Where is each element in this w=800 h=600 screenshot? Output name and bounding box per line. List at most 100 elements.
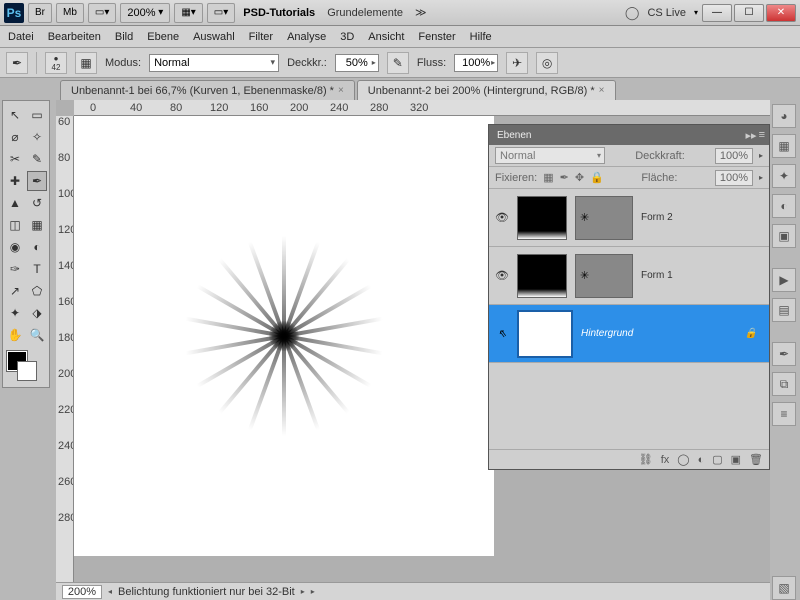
menu-bild[interactable]: Bild [115,31,133,43]
lock-paint-icon[interactable]: ✒ [560,171,569,184]
menu-ebene[interactable]: Ebene [147,31,179,43]
dodge-tool[interactable]: ◐ [27,237,47,257]
type-tool[interactable]: T [27,259,47,279]
shape-tool[interactable]: ⬠ [27,281,47,301]
layers-tab[interactable]: Ebenen [489,125,539,145]
brush-panel-icon[interactable]: ✒ [772,342,796,366]
layer-blend-select[interactable]: Normal [495,147,605,164]
layer-name[interactable]: Hintergrund [581,328,633,339]
close-icon[interactable]: × [599,85,605,96]
vector-mask-thumbnail[interactable]: ✳ [575,254,633,298]
panel-menu-icon[interactable]: ≡ [759,129,765,142]
brush-preset[interactable]: •42 [45,52,67,74]
opacity-input[interactable]: 50% [335,54,379,72]
layer-fx-icon[interactable]: fx [661,454,670,466]
move-tool[interactable]: ↖ [5,105,25,125]
workspace-tutorials[interactable]: PSD-Tutorials [239,7,319,19]
menu-bearbeiten[interactable]: Bearbeiten [48,31,101,43]
flow-input[interactable]: 100% [454,54,498,72]
color-panel-icon[interactable]: ◕ [772,104,796,128]
lock-move-icon[interactable]: ✥ [575,171,584,184]
prev-icon[interactable]: ◂ [108,587,112,596]
menu-3d[interactable]: 3D [340,31,354,43]
path-tool[interactable]: ↗ [5,281,25,301]
layer-thumbnail[interactable] [517,196,567,240]
airbrush-icon[interactable]: ✈ [506,52,528,74]
lock-all-icon[interactable]: 🔒 [590,171,604,184]
color-swatches[interactable] [5,351,47,383]
new-layer-icon[interactable]: ▣ [731,453,741,466]
stamp-tool[interactable]: ▲ [5,193,25,213]
pressure-size-icon[interactable]: ◎ [536,52,558,74]
minibridge-button[interactable]: Mb [56,3,84,23]
history-brush[interactable]: ↺ [27,193,47,213]
layer-row-selected[interactable]: ⇖ · Hintergrund 🔒 [489,305,769,363]
3d-tool[interactable]: ✦ [5,303,25,323]
eyedropper-tool[interactable]: ✎ [27,149,47,169]
link-layers-icon[interactable]: ⛓ [639,453,653,466]
masks-panel-icon[interactable]: ▣ [772,224,796,248]
brush-panel-toggle[interactable]: ▦ [75,52,97,74]
screen-mode-button[interactable]: ▭▾ [207,3,235,23]
info-icon[interactable]: ▸ [311,587,315,596]
pen-tool[interactable]: ✑ [5,259,25,279]
minimize-button[interactable]: — [702,4,732,22]
vector-mask-thumbnail[interactable]: ✳ [575,196,633,240]
hand-tool[interactable]: ✋ [5,325,25,345]
close-icon[interactable]: × [338,85,344,96]
marquee-tool[interactable]: ▭ [27,105,47,125]
maximize-button[interactable]: ☐ [734,4,764,22]
cslive-button[interactable]: CS Live [643,7,690,19]
wand-tool[interactable]: ✧ [27,127,47,147]
eraser-tool[interactable]: ◫ [5,215,25,235]
layer-row[interactable]: 👁 ✳ Form 2 [489,189,769,247]
canvas[interactable] [74,116,494,556]
layer-name[interactable]: Form 2 [641,212,673,223]
blend-mode-select[interactable]: Normal [149,54,279,72]
adjustment-layer-icon[interactable]: ◐ [698,454,705,466]
adjust-panel-icon[interactable]: ◐ [772,194,796,218]
layer-mask-icon[interactable]: ◯ [677,453,689,466]
zoom-input[interactable]: 200% [62,585,102,599]
document-tab-1[interactable]: Unbenannt-1 bei 66,7% (Kurven 1, Ebenenm… [60,80,355,100]
workspace-grund[interactable]: Grundelemente [323,7,407,19]
menu-fenster[interactable]: Fenster [418,31,455,43]
document-tab-2[interactable]: Unbenannt-2 bei 200% (Hintergrund, RGB/8… [357,80,616,100]
bridge-button[interactable]: Br [28,3,52,23]
blur-tool[interactable]: ◉ [5,237,25,257]
visibility-icon[interactable]: 👁 [495,211,509,225]
menu-datei[interactable]: Datei [8,31,34,43]
layers-panel-icon[interactable]: ▧ [772,576,796,600]
zoom-tool[interactable]: 🔍 [27,325,47,345]
layer-name[interactable]: Form 1 [641,270,673,281]
brush-tool[interactable]: ✒ [27,171,47,191]
layout-button[interactable]: ▭▾ [88,3,116,23]
close-button[interactable]: ✕ [766,4,796,22]
camera-tool[interactable]: ⬗ [27,303,47,323]
history-panel-icon[interactable]: ▶ [772,268,796,292]
clone-panel-icon[interactable]: ⧉ [772,372,796,396]
presets-panel-icon[interactable]: ≡ [772,402,796,426]
next-icon[interactable]: ▸ [301,587,305,596]
heal-tool[interactable]: ✚ [5,171,25,191]
layer-opacity-input[interactable]: 100% [715,148,753,164]
menu-hilfe[interactable]: Hilfe [470,31,492,43]
pressure-opacity-icon[interactable]: ✎ [387,52,409,74]
gradient-tool[interactable]: ▦ [27,215,47,235]
swatches-panel-icon[interactable]: ▦ [772,134,796,158]
group-icon[interactable]: ▢ [712,453,722,466]
menu-ansicht[interactable]: Ansicht [368,31,404,43]
more-workspaces[interactable]: ≫ [411,6,431,19]
lasso-tool[interactable]: ⌀ [5,127,25,147]
menu-analyse[interactable]: Analyse [287,31,326,43]
brush-tool-icon[interactable]: ✒ [6,52,28,74]
visibility-icon[interactable]: ⇖ [495,327,509,341]
view-extras-button[interactable]: ▦▾ [174,3,202,23]
zoom-level[interactable]: 200% ▾ [120,3,170,23]
actions-panel-icon[interactable]: ▤ [772,298,796,322]
layer-thumbnail[interactable] [517,254,567,298]
lock-pixels-icon[interactable]: ▦ [543,171,553,184]
background-swatch[interactable] [17,361,37,381]
layer-thumbnail[interactable]: · [517,310,573,358]
menu-filter[interactable]: Filter [249,31,273,43]
